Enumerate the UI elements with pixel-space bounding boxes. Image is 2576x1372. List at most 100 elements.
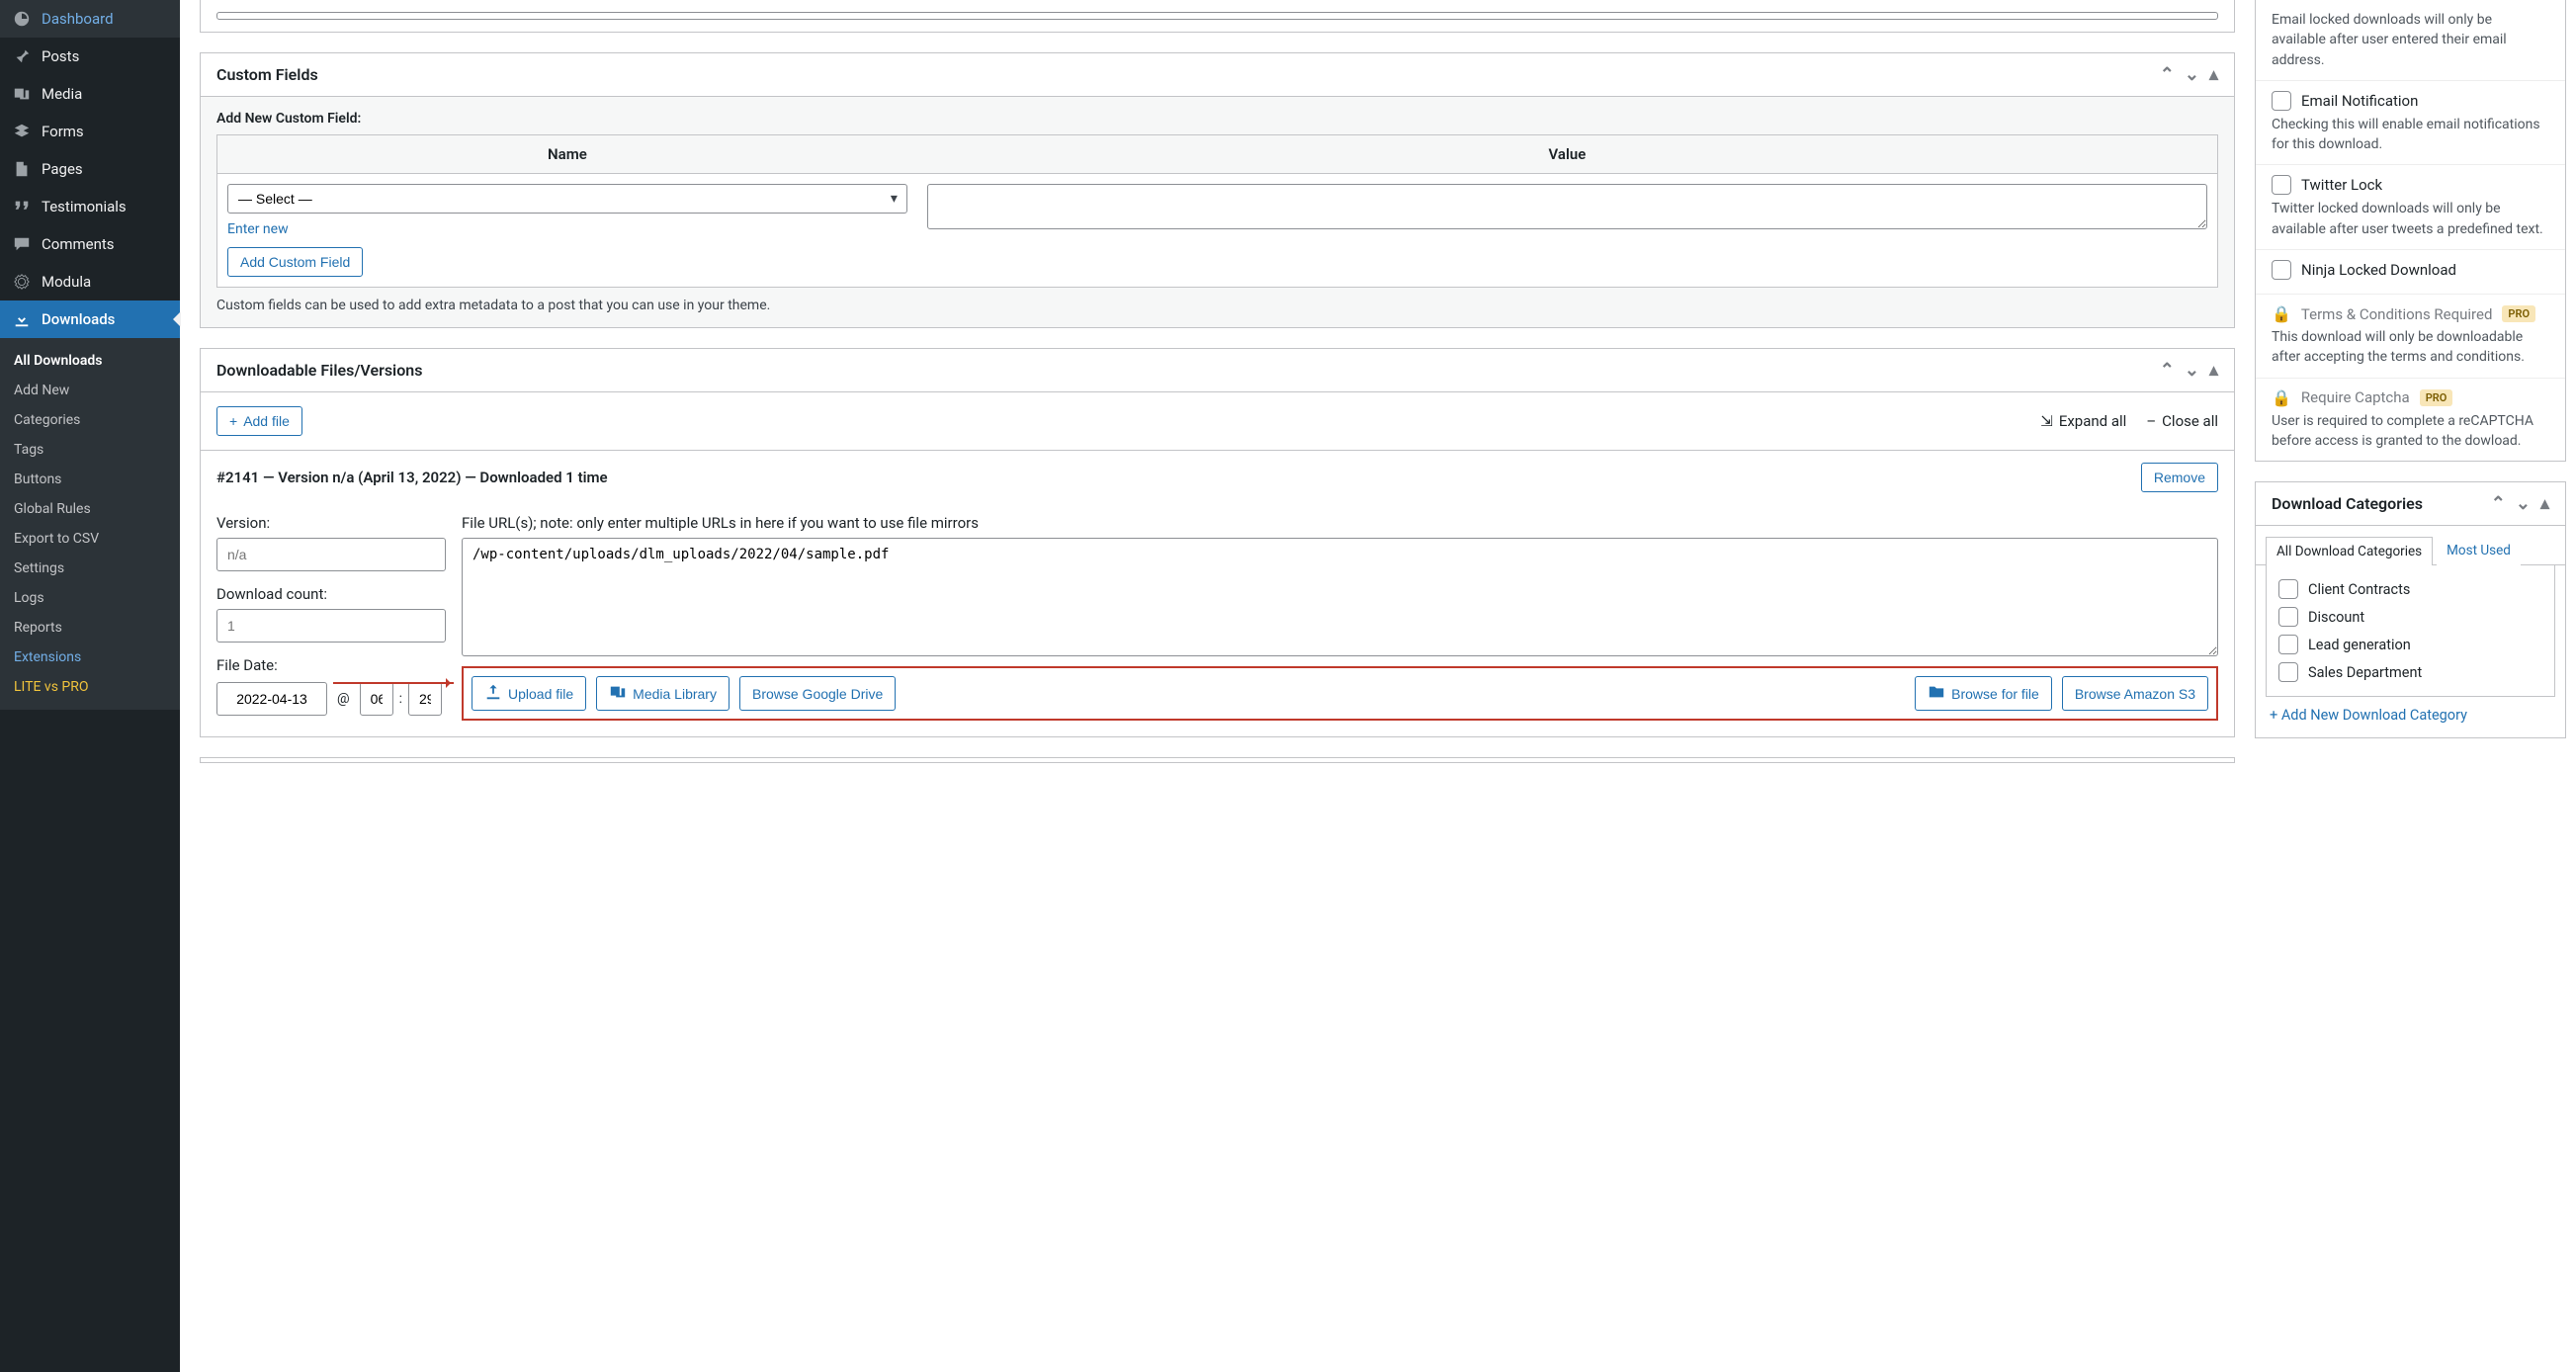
enter-new-link[interactable]: Enter new bbox=[227, 221, 907, 237]
move-up-icon[interactable]: ⌃ bbox=[2160, 66, 2175, 84]
media-icon bbox=[12, 84, 32, 104]
move-down-icon[interactable]: ⌄ bbox=[2185, 66, 2199, 84]
file-date-input[interactable] bbox=[216, 682, 327, 716]
file-urls-textarea[interactable]: /wp-content/uploads/dlm_uploads/2022/04/… bbox=[462, 538, 2218, 656]
close-all[interactable]: – Close all bbox=[2146, 412, 2218, 430]
categories-title: Download Categories bbox=[2272, 494, 2423, 513]
download-options-box: Email locked downloads will only be avai… bbox=[2255, 0, 2566, 462]
sub-extensions[interactable]: Extensions bbox=[0, 643, 180, 672]
sub-reports[interactable]: Reports bbox=[0, 613, 180, 643]
add-custom-field-label: Add New Custom Field: bbox=[216, 111, 2218, 127]
category-checkbox[interactable] bbox=[2278, 607, 2298, 627]
move-up-icon[interactable]: ⌃ bbox=[2160, 362, 2175, 380]
download-count-input[interactable] bbox=[216, 609, 446, 643]
pro-badge: PRO bbox=[2502, 305, 2535, 322]
custom-fields-box: Custom Fields ⌃ ⌄ ▴ Add New Custom Field… bbox=[200, 52, 2235, 328]
ninja-lock-checkbox[interactable] bbox=[2272, 260, 2291, 280]
expand-icon: ⇲ bbox=[2040, 412, 2053, 430]
tab-all-categories[interactable]: All Download Categories bbox=[2266, 537, 2433, 565]
add-file-button[interactable]: + Add file bbox=[216, 406, 302, 436]
twitter-lock-desc: Twitter locked downloads will only be av… bbox=[2272, 199, 2549, 239]
lock-icon: 🔒 bbox=[2272, 304, 2291, 323]
forms-icon bbox=[12, 122, 32, 141]
category-checkbox[interactable] bbox=[2278, 579, 2298, 599]
email-notification-checkbox[interactable] bbox=[2272, 91, 2291, 111]
browse-gdrive-button[interactable]: Browse Google Drive bbox=[739, 676, 896, 711]
toggle-icon[interactable]: ▴ bbox=[2209, 66, 2218, 84]
cf-name-header: Name bbox=[217, 135, 917, 174]
menu-pages[interactable]: Pages bbox=[0, 150, 180, 188]
toggle-icon[interactable]: ▴ bbox=[2540, 495, 2549, 513]
menu-dashboard[interactable]: Dashboard bbox=[0, 0, 180, 38]
menu-comments[interactable]: Comments bbox=[0, 225, 180, 263]
cf-value-textarea[interactable] bbox=[927, 184, 2207, 229]
upload-file-button[interactable]: Upload file bbox=[472, 676, 586, 711]
menu-modula[interactable]: Modula bbox=[0, 263, 180, 300]
prev-box-fragment bbox=[200, 0, 2235, 33]
browse-s3-button[interactable]: Browse Amazon S3 bbox=[2062, 676, 2208, 711]
tab-most-used[interactable]: Most Used bbox=[2437, 537, 2521, 565]
upload-icon bbox=[484, 683, 502, 704]
menu-testimonials[interactable]: Testimonials bbox=[0, 188, 180, 225]
hour-input[interactable] bbox=[360, 682, 393, 716]
toggle-icon[interactable]: ▴ bbox=[2209, 362, 2218, 380]
sub-logs[interactable]: Logs bbox=[0, 583, 180, 613]
custom-field-table: Name Value — Select — bbox=[216, 134, 2218, 288]
pin-icon bbox=[12, 46, 32, 66]
browse-for-file-button[interactable]: Browse for file bbox=[1915, 676, 2052, 711]
expand-all[interactable]: ⇲ Expand all bbox=[2040, 412, 2126, 430]
pages-icon bbox=[12, 159, 32, 179]
menu-forms[interactable]: Forms bbox=[0, 113, 180, 150]
move-up-icon[interactable]: ⌃ bbox=[2491, 495, 2506, 513]
menu-label: Testimonials bbox=[42, 198, 127, 215]
sub-tags[interactable]: Tags bbox=[0, 435, 180, 465]
sub-settings[interactable]: Settings bbox=[0, 554, 180, 583]
menu-downloads[interactable]: Downloads bbox=[0, 300, 180, 338]
menu-label: Downloads bbox=[42, 310, 115, 328]
sub-categories[interactable]: Categories bbox=[0, 405, 180, 435]
at-separator: @ bbox=[333, 691, 354, 707]
menu-media[interactable]: Media bbox=[0, 75, 180, 113]
download-icon bbox=[12, 309, 32, 329]
admin-sidebar: Dashboard Posts Media Forms Pages Testim… bbox=[0, 0, 180, 1372]
sub-all-downloads[interactable]: All Downloads bbox=[0, 346, 180, 376]
add-custom-field-button[interactable]: Add Custom Field bbox=[227, 247, 363, 277]
category-checkbox[interactable] bbox=[2278, 635, 2298, 654]
add-new-category-link[interactable]: + Add New Download Category bbox=[2256, 707, 2565, 737]
media-library-button[interactable]: Media Library bbox=[596, 676, 730, 711]
custom-fields-title: Custom Fields bbox=[216, 65, 318, 84]
sub-buttons[interactable]: Buttons bbox=[0, 465, 180, 494]
files-header: Downloadable Files/Versions ⌃ ⌄ ▴ bbox=[201, 349, 2234, 392]
move-down-icon[interactable]: ⌄ bbox=[2516, 495, 2531, 513]
file-version-row: #2141 — Version n/a (April 13, 2022) — D… bbox=[201, 450, 2234, 736]
menu-label: Media bbox=[42, 85, 82, 103]
menu-posts[interactable]: Posts bbox=[0, 38, 180, 75]
category-label: Sales Department bbox=[2308, 664, 2422, 681]
file-urls-label: File URL(s); note: only enter multiple U… bbox=[462, 514, 2218, 532]
sub-add-new[interactable]: Add New bbox=[0, 376, 180, 405]
twitter-lock-checkbox[interactable] bbox=[2272, 175, 2291, 195]
remove-button[interactable]: Remove bbox=[2141, 463, 2218, 492]
sub-lite-pro[interactable]: LITE vs PRO bbox=[0, 672, 180, 702]
download-count-label: Download count: bbox=[216, 585, 446, 603]
captcha-label: Require Captcha bbox=[2301, 388, 2410, 406]
move-down-icon[interactable]: ⌄ bbox=[2185, 362, 2199, 380]
category-label: Client Contracts bbox=[2308, 581, 2410, 598]
ninja-lock-label: Ninja Locked Download bbox=[2301, 261, 2456, 279]
cf-name-select[interactable]: — Select — bbox=[227, 184, 907, 214]
annotation-arrow bbox=[333, 682, 454, 684]
sub-global-rules[interactable]: Global Rules bbox=[0, 494, 180, 524]
version-input[interactable] bbox=[216, 538, 446, 571]
prev-input-fragment bbox=[216, 12, 2218, 20]
files-title: Downloadable Files/Versions bbox=[216, 361, 422, 380]
collapse-icon: – bbox=[2146, 412, 2156, 430]
category-checkbox[interactable] bbox=[2278, 662, 2298, 682]
cf-help-text: Custom fields can be used to add extra m… bbox=[216, 298, 2218, 313]
menu-label: Dashboard bbox=[42, 10, 114, 28]
twitter-lock-label: Twitter Lock bbox=[2301, 176, 2382, 194]
file-date-label: File Date: bbox=[216, 656, 446, 674]
sub-export-csv[interactable]: Export to CSV bbox=[0, 524, 180, 554]
minute-input[interactable] bbox=[408, 682, 442, 716]
pro-badge: PRO bbox=[2420, 389, 2453, 406]
terms-label: Terms & Conditions Required bbox=[2301, 305, 2493, 323]
